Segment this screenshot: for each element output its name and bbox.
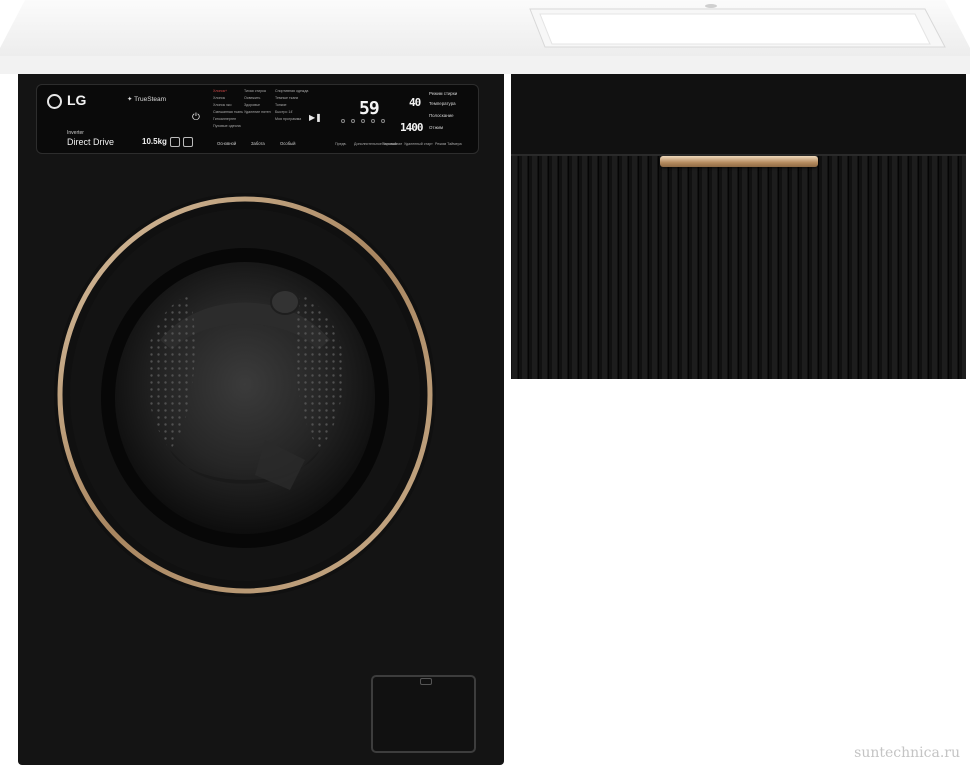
program-item[interactable]: Темные ткани <box>275 96 298 100</box>
program-item[interactable]: Удаление пятен <box>244 110 271 114</box>
program-item[interactable]: Освежить <box>244 96 260 100</box>
washer-door[interactable] <box>50 190 440 600</box>
hatch-tab-icon <box>420 678 432 685</box>
program-item[interactable]: Тонкие <box>275 103 286 107</box>
program-item[interactable]: Быстро 14' <box>275 110 293 114</box>
option-rinse[interactable]: Полоскание <box>429 113 454 118</box>
program-item[interactable]: Спортивная одежда <box>275 89 308 93</box>
wifi-icon <box>170 137 180 147</box>
option-wash-mode[interactable]: Режим стирки <box>429 91 457 96</box>
group-label-care: Забота <box>251 141 265 146</box>
program-item[interactable]: Гипоаллерген <box>213 117 236 121</box>
vanity-cabinet <box>511 74 966 154</box>
option-temperature[interactable]: Температура <box>429 101 456 106</box>
spin-display: 1400 <box>400 121 423 134</box>
lg-logo-icon <box>47 94 62 109</box>
vanity-drawer[interactable] <box>511 154 966 379</box>
function-prewash[interactable]: Предв. <box>335 142 347 146</box>
program-item[interactable]: Смешанная ткань <box>213 110 243 114</box>
program-item[interactable]: Хлопок эко <box>213 103 232 107</box>
option-spin[interactable]: Отжим <box>429 125 443 130</box>
program-item[interactable]: Пуховые одеяла <box>213 124 241 128</box>
smart-diagnosis-icon <box>183 137 193 147</box>
indicator-icon <box>341 119 345 123</box>
time-display: 59 <box>359 98 380 119</box>
program-item[interactable]: Здоровье <box>244 103 260 107</box>
indicator-icon <box>371 119 375 123</box>
inverter-label: Inverter <box>67 130 84 136</box>
direct-drive-label: Direct Drive <box>67 137 115 147</box>
capacity-label: 10.5kg <box>142 137 167 146</box>
indicator-icon <box>381 119 385 123</box>
truesteam-label: ✦ TrueSteam <box>127 96 167 103</box>
filter-access-hatch[interactable] <box>371 675 476 753</box>
indicator-icon <box>351 119 355 123</box>
power-icon: ⏻ <box>192 112 200 123</box>
temperature-display: 40 <box>409 96 421 109</box>
function-steam[interactable]: Паровой <box>382 142 396 146</box>
program-item[interactable]: Хлопок+ <box>213 89 227 93</box>
function-timer[interactable]: Режим Таймера <box>435 142 462 146</box>
program-item[interactable]: Тихая стирка <box>244 89 266 93</box>
indicator-icon <box>361 119 365 123</box>
group-label-special: Особый <box>280 141 296 146</box>
play-pause-icon: ▶❚ <box>309 113 322 122</box>
brand-label: LG <box>67 92 87 108</box>
watermark: suntechnica.ru <box>854 745 960 761</box>
group-label-main: Основной <box>217 141 237 146</box>
countertop <box>0 0 970 74</box>
program-item[interactable]: Моя программа <box>275 117 301 121</box>
control-panel: LG ✦ TrueSteam Inverter Direct Drive 10.… <box>36 84 479 154</box>
power-button[interactable]: ⏻ <box>192 112 200 123</box>
program-item[interactable]: Хлопок <box>213 96 225 100</box>
function-remote-start[interactable]: Удаленный старт <box>404 142 433 146</box>
start-pause-button[interactable]: ▶❚ <box>309 113 322 122</box>
drawer-handle[interactable] <box>660 156 818 167</box>
